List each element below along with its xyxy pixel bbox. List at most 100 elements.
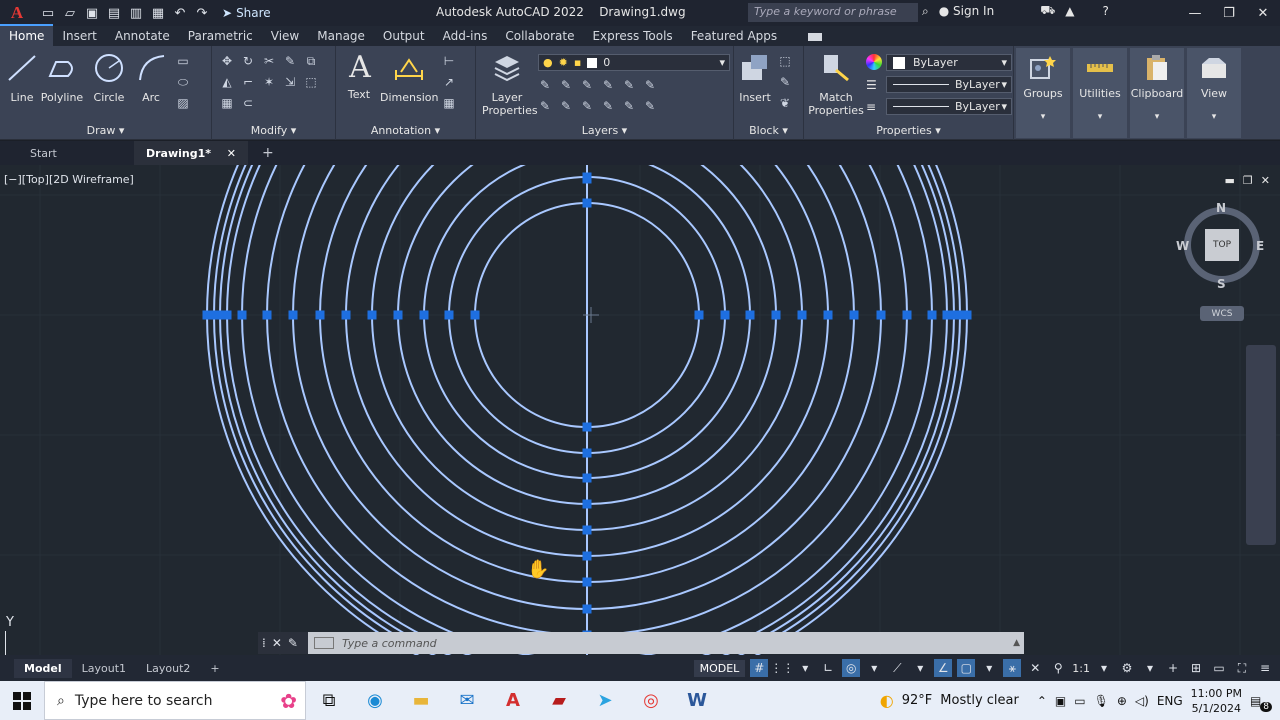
- tab-manage[interactable]: Manage: [308, 29, 374, 46]
- layer-tool-9-icon[interactable]: ✎: [578, 97, 596, 115]
- viewcube[interactable]: TOP N S E W: [1176, 201, 1264, 291]
- leader-icon[interactable]: ⊢: [440, 52, 458, 70]
- linetype-icon[interactable]: ☰: [866, 78, 877, 92]
- command-input[interactable]: Type a command ▲: [308, 632, 1024, 654]
- clock[interactable]: 11:00 PM 5/1/2024: [1191, 686, 1242, 716]
- selection-grip[interactable]: [582, 604, 592, 614]
- annotation-panel-title[interactable]: Annotation ▾: [336, 124, 475, 137]
- snap-icon[interactable]: ⋮⋮: [770, 659, 794, 677]
- erase-icon[interactable]: ✎: [281, 52, 299, 70]
- selection-grip[interactable]: [771, 310, 781, 320]
- globe-icon[interactable]: ⊕: [1117, 694, 1127, 708]
- units-icon[interactable]: ⊞: [1187, 659, 1205, 677]
- viewport-close-icon[interactable]: ✕: [1261, 174, 1270, 187]
- insert-button[interactable]: Insert: [736, 52, 774, 104]
- selection-grip[interactable]: [470, 310, 480, 320]
- search-icon[interactable]: ⌕: [922, 4, 929, 19]
- weather-desc[interactable]: Mostly clear: [940, 693, 1019, 708]
- cart-icon[interactable]: ⛟: [1040, 3, 1055, 19]
- layers-panel-title[interactable]: Layers ▾: [476, 124, 733, 137]
- drawing-canvas[interactable]: ✋: [0, 165, 1280, 655]
- compass-north[interactable]: N: [1216, 201, 1226, 215]
- chevron-down-icon[interactable]: ▾: [911, 659, 929, 677]
- block-panel-title[interactable]: Block ▾: [734, 124, 803, 137]
- taskbar-search[interactable]: ⌕ Type here to search ✿: [44, 681, 306, 720]
- polar-tracking-icon[interactable]: ◎: [842, 659, 861, 677]
- color-wheel-icon[interactable]: [866, 54, 882, 70]
- command-prompt-icon[interactable]: [314, 637, 334, 649]
- open-icon[interactable]: ▱: [62, 5, 78, 21]
- layer-tool-6-icon[interactable]: ✎: [641, 76, 659, 94]
- mail-icon[interactable]: ✉: [444, 681, 490, 720]
- file-explorer-icon[interactable]: ▬: [398, 681, 444, 720]
- annotation-scale-value[interactable]: 1:1: [1072, 662, 1090, 675]
- selection-grip[interactable]: [927, 310, 937, 320]
- selection-grip[interactable]: [444, 310, 454, 320]
- mirror-icon[interactable]: ◭: [218, 73, 236, 91]
- selection-grip[interactable]: [902, 310, 912, 320]
- layer-tool-11-icon[interactable]: ✎: [620, 97, 638, 115]
- redo-icon[interactable]: ↷: [194, 5, 210, 21]
- tab-parametric[interactable]: Parametric: [179, 29, 262, 46]
- notification-icon[interactable]: ▤ 8: [1250, 694, 1272, 712]
- tab-insert[interactable]: Insert: [53, 29, 105, 46]
- grip-handle-icon[interactable]: ⁞: [262, 636, 266, 650]
- selection-grip[interactable]: [582, 174, 592, 184]
- layer-dropdown[interactable]: ● ✹ ▪ 0 ▾: [538, 54, 730, 71]
- tab-home[interactable]: Home: [0, 24, 54, 46]
- rectangle-icon[interactable]: ▭: [174, 52, 192, 70]
- selection-grip[interactable]: [202, 310, 212, 320]
- move-icon[interactable]: ✥: [218, 52, 236, 70]
- color-dropdown[interactable]: ByLayer ▾: [886, 54, 1012, 71]
- new-icon[interactable]: ▭: [40, 5, 56, 21]
- camera-icon[interactable]: ▣: [1055, 694, 1066, 708]
- selection-grip[interactable]: [582, 499, 592, 509]
- create-block-icon[interactable]: ⬚: [776, 52, 794, 70]
- add-layout-icon[interactable]: +: [200, 659, 229, 678]
- isolate-objects-icon[interactable]: ▭: [1210, 659, 1228, 677]
- copy-icon[interactable]: ⧉: [302, 52, 320, 70]
- layer-tool-5-icon[interactable]: ✎: [620, 76, 638, 94]
- dimension-button[interactable]: Dimension: [380, 52, 438, 104]
- selection-grip[interactable]: [419, 310, 429, 320]
- viewcube-top-face[interactable]: TOP: [1205, 229, 1239, 261]
- selection-grip[interactable]: [745, 310, 755, 320]
- autocad-logo-icon[interactable]: A: [0, 0, 34, 26]
- layer-tool-3-icon[interactable]: ✎: [578, 76, 596, 94]
- autodesk-a360-icon[interactable]: ▲: [1065, 4, 1074, 18]
- close-tab-icon[interactable]: ✕: [227, 147, 236, 160]
- layout-tab-layout2[interactable]: Layout2: [136, 659, 200, 678]
- circle-button[interactable]: Circle: [90, 52, 128, 104]
- viewport-controls-label[interactable]: [−][Top][2D Wireframe]: [4, 173, 134, 186]
- selection-grip[interactable]: [582, 577, 592, 587]
- selection-grip[interactable]: [720, 310, 730, 320]
- selection-grip[interactable]: [393, 310, 403, 320]
- undo-icon[interactable]: ↶: [172, 5, 188, 21]
- view-panel[interactable]: View ▾: [1187, 48, 1241, 138]
- object-snap-tracking-icon[interactable]: ∠: [934, 659, 953, 677]
- navigation-bar[interactable]: [1246, 345, 1276, 545]
- rect-array-icon[interactable]: ▦: [218, 94, 236, 112]
- layer-tool-10-icon[interactable]: ✎: [599, 97, 617, 115]
- layout-tab-model[interactable]: Model: [14, 658, 72, 678]
- chevron-down-icon[interactable]: ▾: [1095, 659, 1113, 677]
- object-snap-icon[interactable]: ▢: [957, 659, 976, 677]
- chevron-up-icon[interactable]: ⌃: [1037, 694, 1047, 708]
- tab-add-ins[interactable]: Add-ins: [434, 29, 497, 46]
- offset-icon[interactable]: ⊂: [239, 94, 257, 112]
- ribbon-minimize-icon[interactable]: [808, 33, 823, 41]
- layer-properties-button[interactable]: Layer Properties: [482, 52, 538, 117]
- clean-screen-icon[interactable]: ⛶: [1233, 659, 1251, 677]
- layout-tab-layout1[interactable]: Layout1: [72, 659, 136, 678]
- auto-scale-icon[interactable]: ✕: [1026, 659, 1044, 677]
- annotation-monitor-icon[interactable]: +: [1164, 659, 1182, 677]
- match-properties-button[interactable]: Match Properties: [808, 52, 864, 117]
- chevron-down-icon[interactable]: ▾: [980, 659, 998, 677]
- screen-recorder-icon[interactable]: ◎: [628, 681, 674, 720]
- save-icon[interactable]: ▣: [84, 5, 100, 21]
- keyword-search-input[interactable]: Type a keyword or phrase: [748, 3, 918, 22]
- hatch-icon[interactable]: ⬭: [174, 73, 192, 91]
- scale-icon[interactable]: ⬚: [302, 73, 320, 91]
- selection-grip[interactable]: [582, 473, 592, 483]
- isometric-icon[interactable]: ⟋: [888, 659, 906, 677]
